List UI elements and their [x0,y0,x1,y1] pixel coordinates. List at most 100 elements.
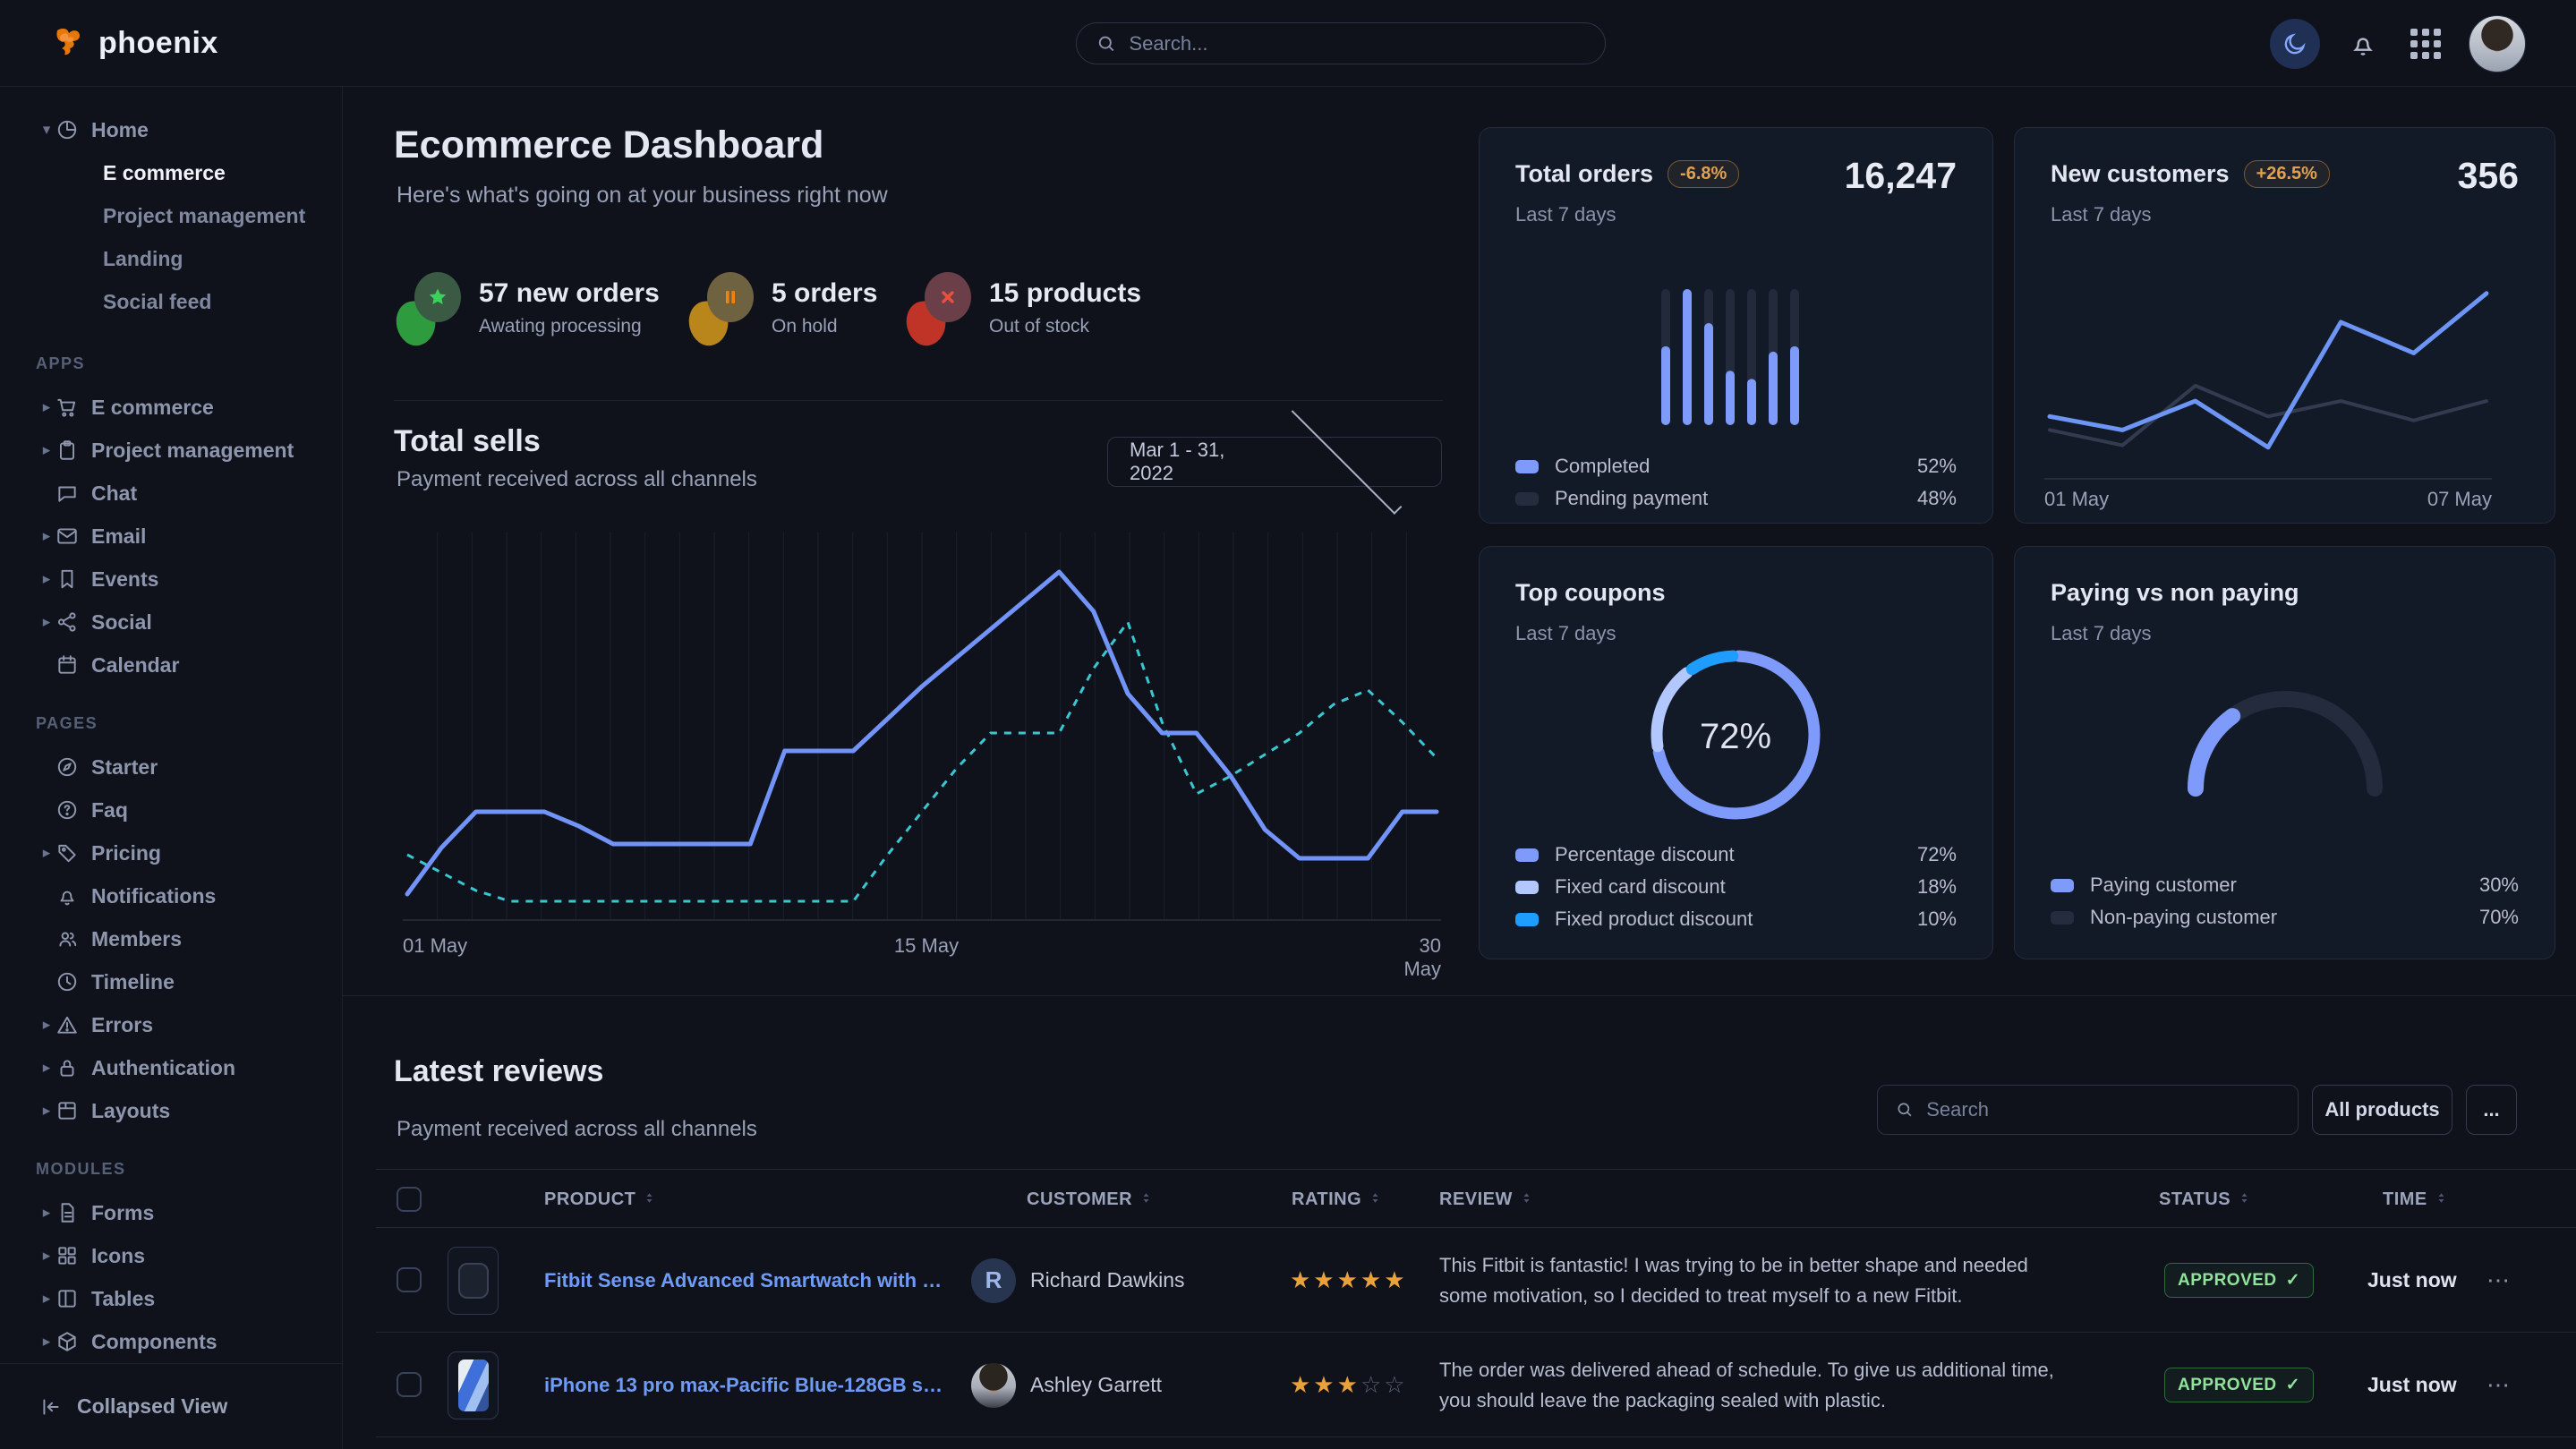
reviews-search[interactable] [1877,1085,2299,1135]
sidebar-item-label: Events [91,567,158,592]
chevron-right-icon: ▸ [38,1333,55,1351]
brand-logo[interactable]: phoenix [50,25,218,61]
box-icon [55,1330,79,1353]
column-header-product[interactable]: PRODUCT [544,1170,656,1229]
compass-icon [55,755,79,779]
sort-icon [1139,1189,1153,1210]
sidebar-item-label: Members [91,927,182,951]
notifications-button[interactable] [2343,24,2383,64]
sidebar: ▾HomeE commerceProject managementLanding… [0,87,343,1449]
tag-icon [55,841,79,865]
legend-label: Paying customer [2090,874,2479,897]
row-checkbox[interactable] [397,1372,422,1397]
sidebar-item-project-management[interactable]: ▸Project management [0,429,342,472]
legend-swatch [2051,879,2074,892]
select-all-checkbox[interactable] [397,1187,422,1212]
status-badge: APPROVED ✓ [2164,1263,2314,1298]
sidebar-item-tables[interactable]: ▸Tables [0,1277,342,1320]
table-row [376,1437,2576,1449]
row-menu-button[interactable]: ⋯ [2486,1371,2512,1399]
sidebar-item-events[interactable]: ▸Events [0,558,342,601]
column-header-review[interactable]: REVIEW [1439,1170,1533,1229]
sidebar-item-icons[interactable]: ▸Icons [0,1234,342,1277]
sidebar-item-errors[interactable]: ▸Errors [0,1003,342,1046]
legend-row: Pending payment48% [1515,482,1957,515]
sidebar-subitem-e-commerce[interactable]: E commerce [0,151,342,194]
reviews-table-header: PRODUCT CUSTOMER RATING REVIEW STATUS TIME [376,1169,2576,1228]
sidebar-item-email[interactable]: ▸Email [0,515,342,558]
sidebar-item-social[interactable]: ▸Social [0,601,342,644]
sidebar-subitem-social-feed[interactable]: Social feed [0,280,342,323]
pause-icon [689,270,754,345]
legend-swatch [1515,913,1539,926]
sidebar-subitem-landing[interactable]: Landing [0,237,342,280]
product-link[interactable]: Fitbit Sense Advanced Smartwatch with To… [544,1269,947,1292]
stat-value: 15 products [989,278,1141,309]
chevron-right-icon: ▸ [38,398,55,416]
cart-icon [55,396,79,419]
column-header-status[interactable]: STATUS [2159,1170,2251,1229]
sidebar-item-layouts[interactable]: ▸Layouts [0,1089,342,1132]
sidebar-item-forms[interactable]: ▸Forms [0,1191,342,1234]
legend-value: 30% [2479,874,2519,897]
column-header-rating[interactable]: RATING [1292,1170,1382,1229]
sidebar-item-label: Chat [91,482,137,506]
legend-label: Non-paying customer [2090,906,2479,929]
review-text: This Fitbit is fantastic! I was trying t… [1439,1250,2066,1311]
total-orders-card: Total orders -6.8% 16,247 Last 7 days Co… [1479,127,1993,524]
chevron-down-icon: ▾ [38,121,55,139]
column-header-customer[interactable]: CUSTOMER [1027,1170,1153,1229]
apps-menu-button[interactable] [2406,24,2445,64]
stat-sublabel: Awating processing [479,316,660,337]
theme-toggle-button[interactable] [2270,19,2320,69]
customer-name: Ashley Garrett [1030,1373,1162,1397]
legend-label: Completed [1555,455,1917,478]
column-header-time[interactable]: TIME [2383,1170,2448,1229]
page-subtitle: Here's what's going on at your business … [397,183,888,209]
stat-item: 57 new ordersAwating processing [397,265,660,351]
sidebar-nav: ▾HomeE commerceProject managementLanding… [0,87,342,1363]
divider [394,400,1443,401]
total-sells-subtitle: Payment received across all channels [397,467,757,492]
sidebar-item-calendar[interactable]: ▸Calendar [0,644,342,686]
more-options-button[interactable]: ... [2466,1085,2517,1135]
sidebar-item-starter[interactable]: ▸Starter [0,746,342,788]
sidebar-item-label: Email [91,524,146,549]
sidebar-section-label: MODULES [36,1155,342,1182]
sidebar-item-members[interactable]: ▸Members [0,917,342,960]
chevron-right-icon: ▸ [38,441,55,459]
table-icon [55,1287,79,1310]
chevron-right-icon: ▸ [38,1059,55,1077]
search-input[interactable] [1129,32,1585,55]
stat-sublabel: Out of stock [989,316,1141,337]
sidebar-subitem-project-management[interactable]: Project management [0,194,342,237]
sidebar-item-chat[interactable]: ▸Chat [0,472,342,515]
product-thumbnail[interactable] [448,1351,499,1419]
reviews-search-input[interactable] [1926,1098,2280,1121]
global-search[interactable] [1076,22,1606,64]
top-coupons-card: Top coupons Last 7 days 72% Percentage d… [1479,546,1993,959]
card-title: New customers [2051,160,2230,188]
top-coupons-legend: Percentage discount72%Fixed card discoun… [1515,839,1957,935]
row-checkbox[interactable] [397,1267,422,1292]
question-icon [55,798,79,822]
user-avatar[interactable] [2469,15,2526,72]
sidebar-item-label: E commerce [91,396,214,420]
sidebar-item-home[interactable]: ▾Home [0,108,342,151]
date-range-select[interactable]: Mar 1 - 31, 2022 [1107,437,1442,487]
sidebar-item-notifications[interactable]: ▸Notifications [0,874,342,917]
collapse-view-button[interactable]: Collapsed View [0,1363,342,1449]
all-products-button[interactable]: All products [2312,1085,2452,1135]
sidebar-item-components[interactable]: ▸Components [0,1320,342,1363]
sidebar-item-e-commerce[interactable]: ▸ E commerce [0,386,342,429]
legend-value: 48% [1917,487,1957,510]
sidebar-item-authentication[interactable]: ▸Authentication [0,1046,342,1089]
product-link[interactable]: iPhone 13 pro max-Pacific Blue-128GB sto… [544,1374,947,1397]
total-sells-chart [403,533,1441,924]
row-menu-button[interactable]: ⋯ [2486,1266,2512,1294]
sidebar-item-pricing[interactable]: ▸Pricing [0,831,342,874]
sidebar-item-faq[interactable]: ▸Faq [0,788,342,831]
share-icon [55,610,79,634]
sidebar-item-timeline[interactable]: ▸Timeline [0,960,342,1003]
product-thumbnail[interactable] [448,1247,499,1315]
